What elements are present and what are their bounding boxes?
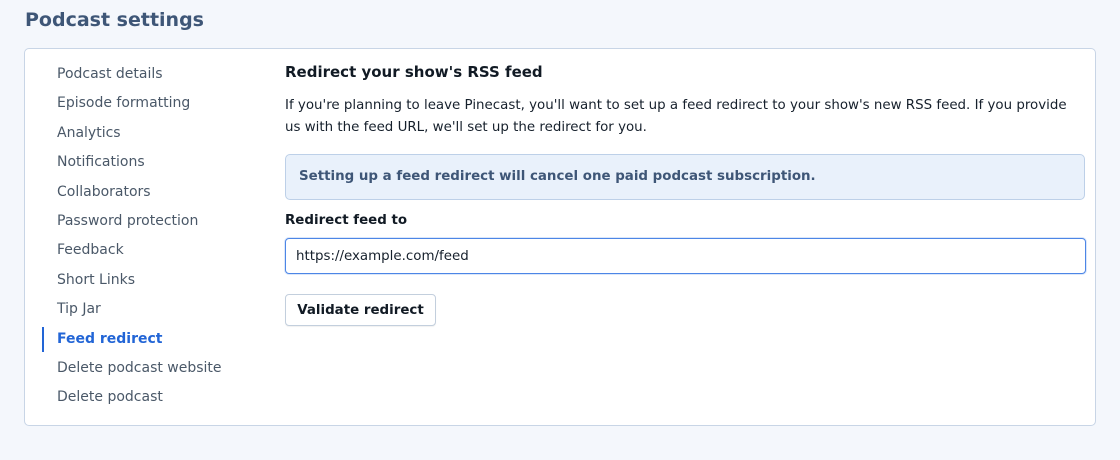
sidebar-item-feed-redirect[interactable]: Feed redirect bbox=[25, 325, 275, 354]
sidebar-item-analytics[interactable]: Analytics bbox=[25, 119, 275, 148]
sidebar-item-notifications[interactable]: Notifications bbox=[25, 148, 275, 177]
sidebar-item-password-protection[interactable]: Password protection bbox=[25, 207, 275, 236]
section-title: Redirect your show's RSS feed bbox=[285, 63, 543, 81]
validate-redirect-button[interactable]: Validate redirect bbox=[285, 294, 436, 326]
section-description: If you're planning to leave Pinecast, yo… bbox=[285, 98, 1067, 135]
settings-panel: Podcast details Episode formatting Analy… bbox=[24, 48, 1096, 426]
redirect-feed-input[interactable] bbox=[285, 238, 1086, 274]
page-title: Podcast settings bbox=[25, 9, 204, 31]
sidebar-item-tip-jar[interactable]: Tip Jar bbox=[25, 295, 275, 324]
sidebar-item-delete-podcast[interactable]: Delete podcast bbox=[25, 383, 275, 412]
sidebar-item-podcast-details[interactable]: Podcast details bbox=[25, 60, 275, 89]
sidebar-item-delete-podcast-website[interactable]: Delete podcast website bbox=[25, 354, 275, 383]
sidebar-item-collaborators[interactable]: Collaborators bbox=[25, 178, 275, 207]
sidebar-menu: Podcast details Episode formatting Analy… bbox=[25, 60, 275, 413]
info-notice: Setting up a feed redirect will cancel o… bbox=[285, 154, 1085, 200]
settings-sidebar: Podcast details Episode formatting Analy… bbox=[25, 49, 275, 425]
sidebar-item-short-links[interactable]: Short Links bbox=[25, 266, 275, 295]
sidebar-item-episode-formatting[interactable]: Episode formatting bbox=[25, 89, 275, 118]
sidebar-item-feedback[interactable]: Feedback bbox=[25, 236, 275, 265]
redirect-feed-label: Redirect feed to bbox=[285, 213, 408, 228]
